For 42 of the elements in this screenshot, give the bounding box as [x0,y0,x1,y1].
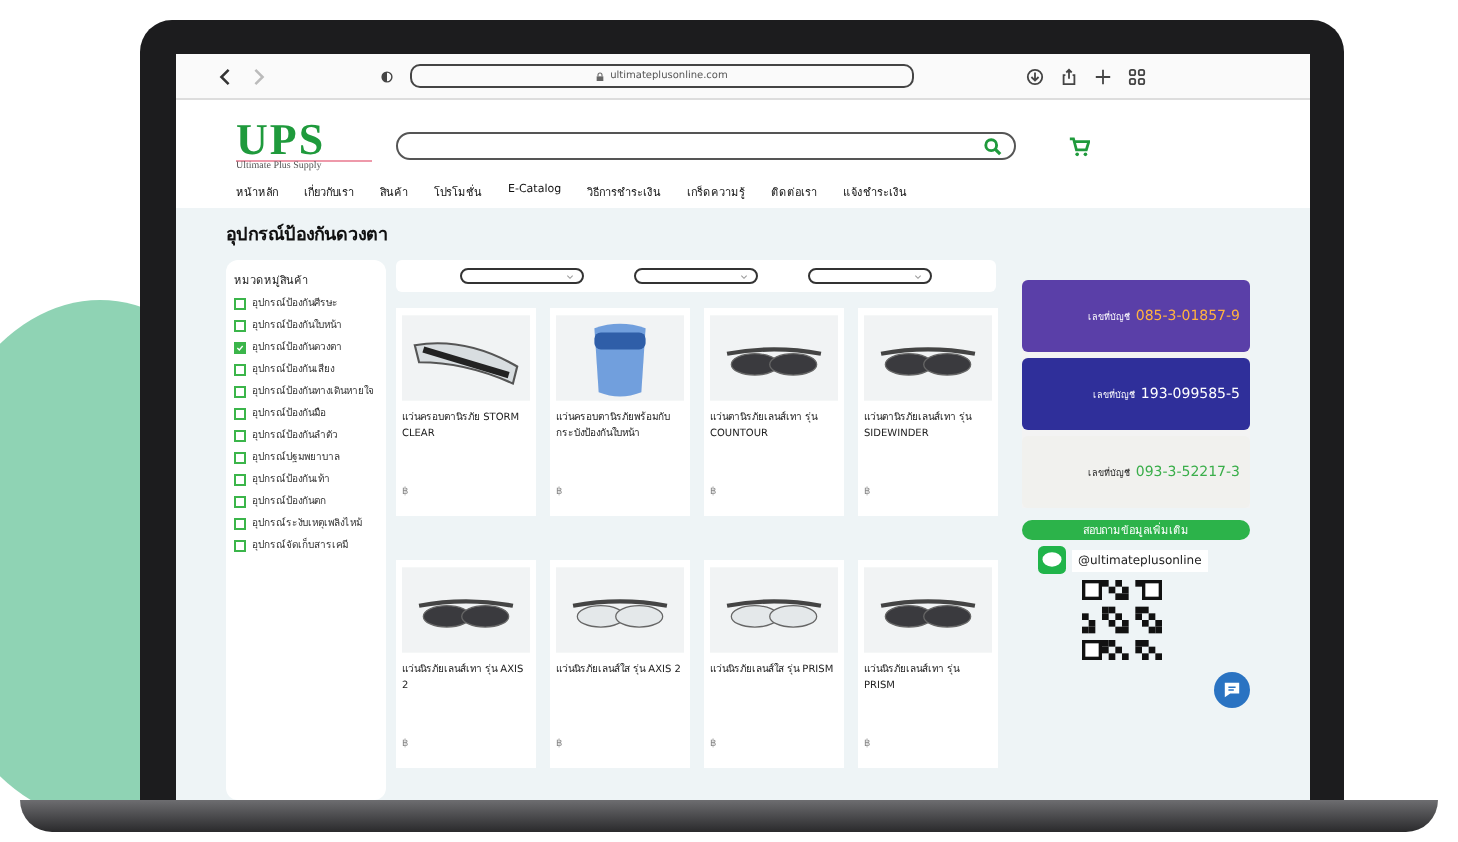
glasses-photo [556,566,684,654]
chat-app-icon[interactable] [1038,546,1066,574]
back-icon[interactable] [216,67,234,85]
category-checkbox[interactable] [234,430,246,442]
qr-code-drawing [1082,580,1162,660]
category-checkbox[interactable] [234,452,246,464]
cart-icon[interactable] [1068,135,1090,157]
glasses-photo [864,314,992,402]
glasses-photo [710,566,838,654]
search-icon[interactable] [984,137,1002,155]
filter-dropdown[interactable] [807,268,932,284]
glasses-photo [864,566,992,654]
glasses-photo [402,566,530,654]
category-checkbox[interactable] [234,298,246,310]
lock-icon [596,71,605,81]
tabs-icon[interactable] [1128,67,1146,85]
category-checkbox[interactable] [234,320,246,332]
category-checkbox[interactable] [234,342,246,354]
forward-icon[interactable] [250,67,268,85]
category-checkbox[interactable] [234,540,246,552]
glasses-photo [556,314,684,402]
glasses-photo [710,314,838,402]
category-checkbox[interactable] [234,474,246,486]
category-checkbox[interactable] [234,364,246,376]
search-field[interactable] [396,132,1016,160]
caret-icon [566,273,575,279]
download-icon[interactable] [1026,67,1044,85]
category-checkbox[interactable] [234,496,246,508]
chat-icon[interactable] [1214,672,1250,708]
filter-dropdown[interactable] [633,268,758,284]
category-checkbox[interactable] [234,386,246,398]
category-checkbox[interactable] [234,408,246,420]
share-icon[interactable] [1060,67,1078,85]
shield-icon[interactable] [380,69,394,83]
logo-mark[interactable]: UPS [236,120,372,160]
caret-icon [913,273,922,279]
filter-dropdown[interactable] [460,268,585,284]
glasses-photo [402,314,530,402]
caret-icon [739,273,748,279]
category-checkbox[interactable] [234,518,246,530]
page-title: อุปกรณ์ป้องกันดวงตา [226,221,390,248]
plus-icon[interactable] [1094,67,1112,85]
